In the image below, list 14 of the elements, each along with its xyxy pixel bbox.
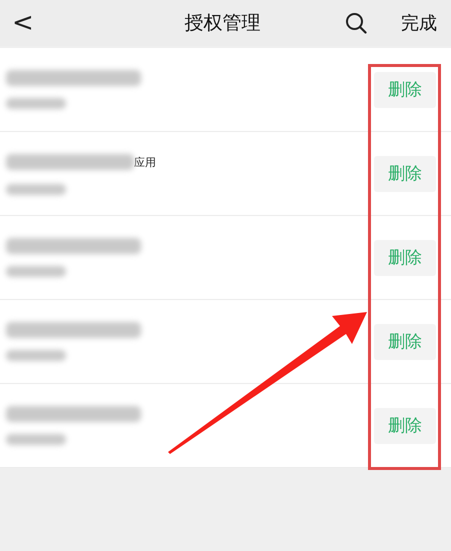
delete-button[interactable]: 删除: [374, 72, 436, 108]
blurred-text: [6, 350, 66, 361]
blurred-text: [6, 266, 66, 277]
delete-button[interactable]: 删除: [374, 156, 436, 192]
blurred-text: [6, 184, 66, 194]
search-icon[interactable]: [345, 12, 367, 34]
done-button[interactable]: 完成: [401, 11, 437, 35]
page-title: 授权管理: [183, 11, 262, 36]
delete-button[interactable]: 删除: [374, 408, 436, 444]
blurred-text: [6, 434, 66, 445]
back-button[interactable]: <: [6, 10, 40, 36]
delete-button[interactable]: 删除: [374, 240, 436, 276]
delete-button[interactable]: 删除: [374, 324, 436, 360]
blurred-text: [6, 98, 66, 109]
